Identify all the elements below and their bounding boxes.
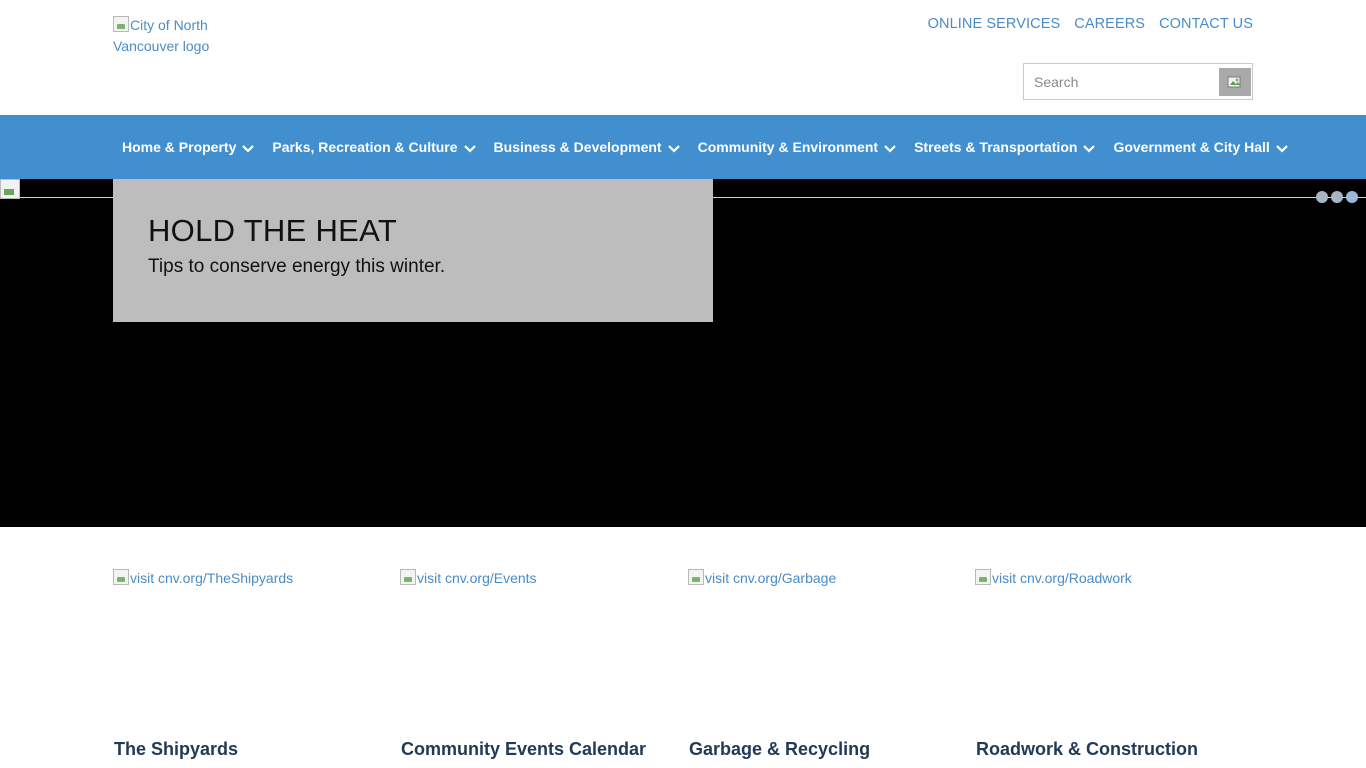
nav-item-home-property[interactable]: Home & Property (122, 139, 255, 155)
broken-image-icon (400, 569, 416, 585)
site-logo[interactable]: City of North Vancouver logo (113, 15, 233, 57)
nav-item-label: Business & Development (493, 139, 662, 155)
card-image-alt: visit cnv.org/Events (417, 570, 537, 586)
broken-image-icon (975, 569, 991, 585)
utility-links: ONLINE SERVICES CAREERS CONTACT US (928, 16, 1253, 32)
slider-dot-1[interactable] (1316, 191, 1328, 203)
chevron-down-icon (1083, 145, 1096, 153)
slider-dot-3[interactable] (1346, 191, 1358, 203)
chevron-down-icon (667, 145, 680, 153)
card-title[interactable]: Garbage & Recycling (689, 739, 870, 760)
card-image[interactable]: visit cnv.org/Garbage (688, 568, 958, 728)
card-shipyards[interactable]: visit cnv.org/TheShipyards The Shipyards (113, 568, 383, 759)
slider-pagination (1316, 191, 1358, 203)
hero-caption[interactable]: HOLD THE HEAT Tips to conserve energy th… (113, 179, 713, 322)
search-icon (1227, 76, 1241, 88)
search-box (1023, 63, 1253, 100)
nav-item-label: Streets & Transportation (914, 139, 1078, 155)
search-input[interactable] (1024, 64, 1220, 99)
broken-image-icon (688, 569, 704, 585)
nav-item-label: Parks, Recreation & Culture (272, 139, 458, 155)
chevron-down-icon (463, 145, 476, 153)
hero-slider[interactable]: HOLD THE HEAT Tips to conserve energy th… (0, 179, 1366, 527)
contact-us-link[interactable]: CONTACT US (1159, 16, 1253, 32)
card-image[interactable]: visit cnv.org/Roadwork (975, 568, 1245, 728)
careers-link[interactable]: CAREERS (1074, 16, 1145, 32)
online-services-link[interactable]: ONLINE SERVICES (928, 16, 1061, 32)
card-image[interactable]: visit cnv.org/Events (400, 568, 670, 728)
broken-image-icon (0, 179, 20, 199)
card-image-alt: visit cnv.org/Roadwork (992, 570, 1132, 586)
hero-subtitle: Tips to conserve energy this winter. (148, 256, 446, 277)
card-events-calendar[interactable]: visit cnv.org/Events Community Events Ca… (400, 568, 670, 759)
nav-item-government-city-hall[interactable]: Government & City Hall (1113, 139, 1288, 155)
broken-image-icon (113, 569, 129, 585)
broken-image-icon (113, 16, 129, 32)
nav-item-label: Home & Property (122, 139, 237, 155)
slider-dot-2[interactable] (1331, 191, 1343, 203)
card-roadwork-construction[interactable]: visit cnv.org/Roadwork Roadwork & Constr… (975, 568, 1245, 759)
card-image-alt: visit cnv.org/Garbage (705, 570, 837, 586)
nav-item-label: Government & City Hall (1113, 139, 1270, 155)
card-image-alt: visit cnv.org/TheShipyards (130, 570, 294, 586)
card-image[interactable]: visit cnv.org/TheShipyards (113, 568, 383, 728)
card-title[interactable]: Community Events Calendar (401, 739, 646, 760)
card-garbage-recycling[interactable]: visit cnv.org/Garbage Garbage & Recyclin… (688, 568, 958, 759)
nav-item-business-development[interactable]: Business & Development (494, 139, 681, 155)
nav-item-streets-transportation[interactable]: Streets & Transportation (914, 139, 1096, 155)
card-title[interactable]: The Shipyards (114, 739, 238, 760)
chevron-down-icon (884, 145, 896, 153)
chevron-down-icon (242, 145, 255, 153)
card-title[interactable]: Roadwork & Construction (976, 739, 1198, 760)
nav-item-parks-recreation-culture[interactable]: Parks, Recreation & Culture (272, 139, 476, 155)
main-nav: Home & Property Parks, Recreation & Cult… (0, 115, 1366, 179)
hero-title: HOLD THE HEAT (148, 213, 398, 248)
search-button[interactable] (1219, 68, 1251, 96)
nav-item-community-environment[interactable]: Community & Environment (698, 139, 897, 155)
chevron-down-icon (1276, 145, 1288, 153)
nav-item-label: Community & Environment (697, 139, 879, 155)
